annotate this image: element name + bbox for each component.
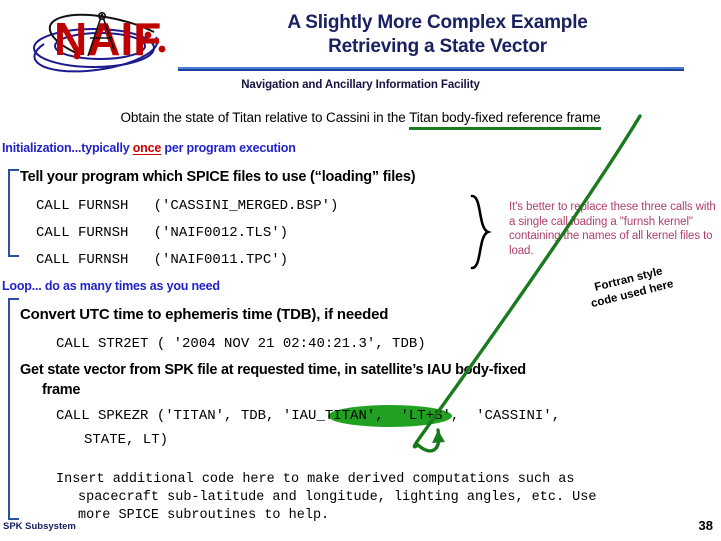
furnsh-heading: Tell your program which SPICE files to u… xyxy=(20,169,416,185)
fortran-style-label: Fortran style code used here xyxy=(586,263,675,313)
spkezr-prefix: CALL SPKEZR ('TITAN', TDB, xyxy=(56,408,283,424)
objective-line: Obtain the state of Titan relative to Ca… xyxy=(0,110,721,130)
header-subtitle: Navigation and Ancillary Information Fac… xyxy=(241,79,480,91)
convert-time-heading: Convert UTC time to ephemeris time (TDB)… xyxy=(20,306,389,323)
insert-note-line-2: spacecraft sub-latitude and longitude, l… xyxy=(78,490,597,505)
code-line-furnsh-2: CALL FURNSH ('NAIF0012.TLS') xyxy=(36,225,289,241)
init-label-before: Initialization...typically xyxy=(2,141,133,155)
spkezr-highlight-text: 'IAU_TITAN' xyxy=(282,408,376,424)
header-divider xyxy=(178,67,684,71)
slide-canvas: NAIF A Slightly More Complex Example Ret… xyxy=(0,0,721,541)
initialization-label: Initialization...typically once per prog… xyxy=(2,141,296,155)
page-number: 38 xyxy=(698,518,713,533)
svg-text:NAIF: NAIF xyxy=(54,13,161,65)
curly-brace-icon xyxy=(468,194,494,270)
furnsh-kernel-note: It's better to replace these three calls… xyxy=(509,201,716,257)
insert-additional-code-note: Insert additional code here to make deri… xyxy=(56,471,686,525)
insert-note-line-1: Insert additional code here to make deri… xyxy=(56,472,575,487)
get-state-heading-line-1: Get state vector from SPK file at reques… xyxy=(20,362,526,378)
naif-logo: NAIF xyxy=(28,4,173,76)
code-line-str2et: CALL STR2ET ( '2004 NOV 21 02:40:21.3', … xyxy=(56,336,426,352)
init-label-after: per program execution xyxy=(161,141,296,155)
initialization-bracket xyxy=(8,169,19,257)
footer-label: SPK Subsystem xyxy=(3,521,76,532)
objective-text: Obtain the state of Titan relative to Ca… xyxy=(120,110,410,125)
code-line-furnsh-1: CALL FURNSH ('CASSINI_MERGED.BSP') xyxy=(36,198,339,214)
loop-label: Loop... do as many times as you need xyxy=(2,279,220,293)
code-line-spkezr-2: STATE, LT) xyxy=(84,432,169,448)
spkezr-suffix: , 'LT+S', 'CASSINI', xyxy=(375,408,561,424)
get-state-heading-line-2: frame xyxy=(42,382,81,398)
objective-emphasis: Titan body-fixed reference frame xyxy=(409,110,601,130)
init-label-accent: once xyxy=(132,141,162,155)
get-state-heading: Get state vector from SPK file at reques… xyxy=(20,360,690,400)
code-line-spkezr-1: CALL SPKEZR ('TITAN', TDB, 'IAU_TITAN', … xyxy=(56,408,560,424)
page-title: A Slightly More Complex Example Retrievi… xyxy=(180,11,695,59)
loop-bracket xyxy=(8,298,19,520)
title-line-1: A Slightly More Complex Example xyxy=(287,12,588,33)
title-line-2: Retrieving a State Vector xyxy=(328,36,547,57)
insert-note-line-3: more SPICE subroutines to help. xyxy=(78,508,330,523)
code-line-furnsh-3: CALL FURNSH ('NAIF0011.TPC') xyxy=(36,252,289,268)
